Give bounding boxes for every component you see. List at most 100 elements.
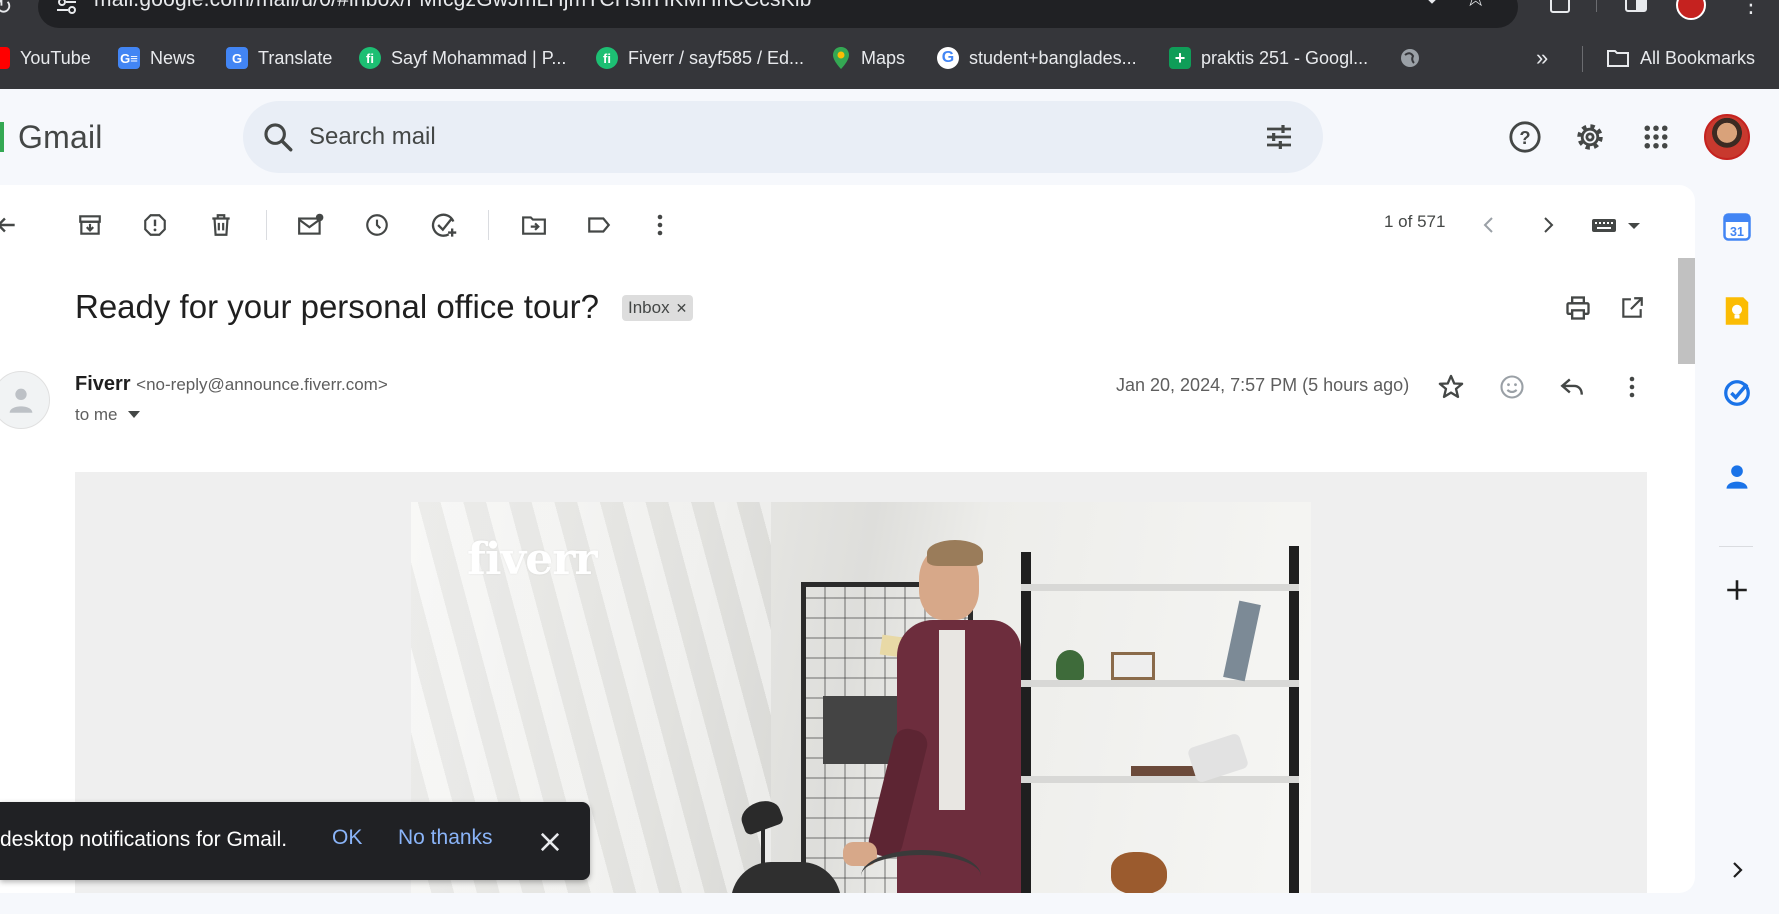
google-tasks-icon[interactable] xyxy=(1717,373,1757,413)
scooter-handle xyxy=(861,850,981,893)
bookmark-label: Translate xyxy=(258,47,333,68)
address-bar[interactable]: mail.google.com/mail/u/0/#inbox/FMfcgzGw… xyxy=(38,0,1518,28)
star-icon[interactable] xyxy=(1433,369,1469,405)
all-bookmarks-label: All Bookmarks xyxy=(1640,47,1756,68)
side-panel-divider xyxy=(1719,546,1753,547)
get-add-ons-plus-icon[interactable] xyxy=(1717,570,1757,610)
bookmark-label: Fiverr / sayf585 / Ed... xyxy=(628,47,805,68)
man-hair xyxy=(927,540,983,566)
delete-trash-icon[interactable] xyxy=(203,207,239,243)
recipient-details[interactable]: to me xyxy=(75,405,140,425)
scrollbar-thumb[interactable] xyxy=(1678,258,1695,364)
globe-icon xyxy=(1401,49,1419,67)
input-tools-keyboard-icon[interactable] xyxy=(1586,207,1646,243)
snooze-clock-icon[interactable] xyxy=(359,207,395,243)
message-pager: 1 of 571 xyxy=(1384,212,1446,231)
account-avatar[interactable] xyxy=(1704,114,1750,160)
google-news-icon: G≡ xyxy=(118,47,140,69)
bookmark-fiverr-edit[interactable]: fi Fiverr / sayf585 / Ed... xyxy=(596,46,804,70)
bookmark-label: praktis 251 - Googl... xyxy=(1201,47,1369,68)
bookmark-translate[interactable]: G Translate xyxy=(226,46,332,70)
more-actions-icon[interactable] xyxy=(642,207,678,243)
google-contacts-icon[interactable] xyxy=(1717,457,1757,497)
book xyxy=(1223,600,1261,682)
report-spam-icon[interactable] xyxy=(137,207,173,243)
bookmark-youtube[interactable]: YouTube xyxy=(0,46,91,70)
add-reaction-emoji-icon[interactable] xyxy=(1494,369,1530,405)
toast-message: desktop notifications for Gmail. xyxy=(0,828,288,851)
apps-grid-icon[interactable] xyxy=(1636,117,1676,157)
label-chip-text: Inbox xyxy=(628,298,670,317)
url-text: mail.google.com/mail/u/0/#inbox/FMfcgzGw… xyxy=(94,0,812,12)
profile-avatar[interactable] xyxy=(1676,0,1706,20)
browser-chrome: ↻ mail.google.com/mail/u/0/#inbox/FMfcgz… xyxy=(0,0,1779,89)
older-chevron-right-icon[interactable] xyxy=(1530,207,1566,243)
side-panel-icon[interactable] xyxy=(1624,0,1648,16)
bookmark-star-icon[interactable]: ☆ xyxy=(1464,0,1487,10)
back-arrow-icon[interactable] xyxy=(0,207,24,243)
fiverr-icon: fi xyxy=(596,47,618,69)
svg-text:?: ? xyxy=(1519,127,1530,148)
move-to-folder-icon[interactable] xyxy=(516,207,552,243)
toast-close-icon[interactable] xyxy=(536,828,564,856)
google-calendar-icon[interactable]: 31 xyxy=(1717,207,1757,247)
show-side-panel-chevron-icon[interactable] xyxy=(1717,850,1757,890)
search-input[interactable] xyxy=(309,119,1209,155)
shelf-frame xyxy=(1289,546,1299,893)
bookmark-label: student+banglades... xyxy=(969,47,1137,68)
settings-gear-icon[interactable] xyxy=(1570,117,1610,157)
reply-arrow-icon[interactable] xyxy=(1554,369,1590,405)
fiverr-logo: fiverr xyxy=(467,534,598,585)
add-to-tasks-icon[interactable] xyxy=(426,207,462,243)
bookmark-globe[interactable] xyxy=(1399,46,1421,70)
remove-label-close-icon[interactable]: ✕ xyxy=(676,300,688,317)
google-icon: G xyxy=(937,47,959,69)
baseball-glove xyxy=(1111,852,1167,893)
bookmark-sayf-mohammad[interactable]: fi Sayf Mohammad | P... xyxy=(359,46,566,70)
reload-icon[interactable]: ↻ xyxy=(0,0,12,18)
bookmark-label: Sayf Mohammad | P... xyxy=(391,47,567,68)
potted-plant xyxy=(1056,650,1084,680)
toast-no-thanks-button[interactable]: No thanks xyxy=(398,826,493,850)
gmail-logo-mark xyxy=(0,122,4,152)
search-icon[interactable] xyxy=(261,120,295,154)
person-icon xyxy=(9,388,33,413)
google-keep-icon[interactable] xyxy=(1717,291,1757,331)
newer-chevron-left-icon[interactable] xyxy=(1471,207,1507,243)
browser-menu-icon[interactable]: ⋮ xyxy=(1740,0,1762,16)
print-icon[interactable] xyxy=(1560,290,1596,326)
desktop-notifications-toast: desktop notifications for Gmail. OK No t… xyxy=(0,802,590,880)
password-key-icon[interactable] xyxy=(1418,0,1446,10)
side-panel: 31 xyxy=(1695,185,1779,893)
toolbar-divider xyxy=(266,210,267,240)
support-icon[interactable]: ? xyxy=(1505,117,1545,157)
sender-avatar[interactable] xyxy=(0,371,50,429)
bookmark-student-bangladesh[interactable]: G student+banglades... xyxy=(937,46,1137,70)
toast-ok-button[interactable]: OK xyxy=(332,826,362,850)
all-bookmarks-button[interactable]: All Bookmarks xyxy=(1606,46,1755,70)
folder-icon xyxy=(1607,50,1629,67)
message-more-icon[interactable] xyxy=(1614,369,1650,405)
shelf xyxy=(1021,680,1299,687)
extensions-icon[interactable] xyxy=(1548,0,1574,16)
sender-name[interactable]: Fiverr xyxy=(75,373,131,395)
archive-icon[interactable] xyxy=(72,207,108,243)
label-tag-icon[interactable] xyxy=(581,207,617,243)
shelf xyxy=(1021,584,1299,591)
mark-unread-icon[interactable] xyxy=(293,207,329,243)
inbox-label-chip[interactable]: Inbox ✕ xyxy=(622,295,694,321)
more-bookmarks-icon[interactable]: » xyxy=(1536,45,1548,70)
message-date: Jan 20, 2024, 7:57 PM (5 hours ago) xyxy=(1116,375,1410,395)
bookmark-label: News xyxy=(150,47,196,68)
toolbar-divider xyxy=(488,210,489,240)
gmail-logo[interactable]: Gmail xyxy=(0,117,103,157)
search-options-icon[interactable] xyxy=(1263,121,1295,153)
bookmark-maps[interactable]: Maps xyxy=(831,46,905,70)
bookmarks-bar: YouTube G≡ News G Translate fi Sayf Moha… xyxy=(0,38,1779,78)
open-new-window-icon[interactable] xyxy=(1614,290,1650,326)
site-info-icon[interactable] xyxy=(54,0,80,16)
details-dropdown-icon[interactable] xyxy=(127,411,140,419)
bookmark-news[interactable]: G≡ News xyxy=(118,46,195,70)
bookmark-praktis-251[interactable]: + praktis 251 - Googl... xyxy=(1169,46,1368,70)
sender-line: Fiverr <no-reply@announce.fiverr.com> xyxy=(75,373,388,396)
